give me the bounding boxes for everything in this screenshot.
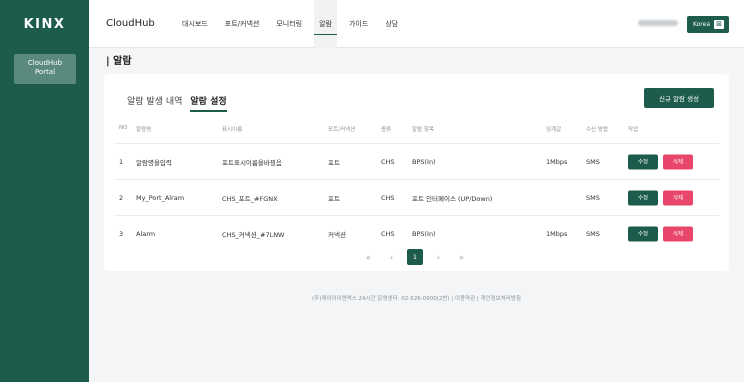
- prev-page-button[interactable]: ‹: [380, 248, 403, 266]
- row-no: 1: [119, 157, 124, 166]
- row-method: SMS: [586, 157, 600, 166]
- row-no: 3: [119, 229, 124, 238]
- row-port-connection: 포트: [328, 158, 340, 167]
- create-alarm-button[interactable]: 신규 알람 생성: [644, 88, 714, 108]
- nav-consult[interactable]: 상담: [385, 0, 398, 48]
- row-alarm-item: BPS(In): [412, 157, 436, 166]
- delete-button[interactable]: 삭제: [663, 190, 693, 205]
- first-page-button[interactable]: «: [357, 248, 380, 266]
- col-threshold: 임계값: [546, 127, 562, 133]
- edit-button[interactable]: 수정: [628, 154, 658, 169]
- alarm-settings-card: 알람 발생 내역 알람 설정 신규 알람 생성 NO 알람명 표시이름 포트/커…: [104, 74, 729, 271]
- brand-name[interactable]: CloudHub: [106, 0, 155, 48]
- row-display-name: CHS_커넥션_#7LNW: [222, 230, 285, 239]
- pagination: « ‹ 1 › »: [357, 248, 473, 266]
- portal-label-line2: Portal: [34, 68, 56, 76]
- row-alarm-name: My_Port_Alram: [136, 193, 185, 202]
- table-row: 3 Alarm CHS_커넥션_#7LNW 커넥션 CHS BPS(In) 1M…: [114, 215, 719, 251]
- delete-button[interactable]: 삭제: [663, 226, 693, 241]
- tab-alarm-settings[interactable]: 알람 설정: [190, 94, 227, 112]
- nav-guide[interactable]: 가이드: [349, 0, 368, 48]
- nav-dashboard[interactable]: 대시보드: [182, 0, 208, 48]
- tab-alarm-history[interactable]: 알람 발생 내역: [127, 94, 182, 112]
- row-alarm-item: 포트 인터페이스 (UP/Down): [412, 194, 493, 203]
- row-display-name: 포트표시이름을바꿨음: [222, 158, 282, 167]
- nav-alarm[interactable]: 알람: [314, 0, 337, 48]
- col-alarm-name: 알람명: [136, 127, 152, 133]
- page-title: | 알람: [106, 56, 132, 67]
- row-alarm-name: Alarm: [136, 229, 156, 238]
- row-type: CHS: [381, 193, 395, 202]
- top-navbar: CloudHub 대시보드 포트/커넥션 모니터링 알람 가이드 상담 Kore…: [89, 0, 744, 48]
- table-row: 1 알람명을입력 포트표시이름을바꿨음 포트 CHS BPS(In) 1Mbps…: [114, 143, 719, 179]
- row-type: CHS: [381, 229, 395, 238]
- row-display-name: CHS_포트_#FGNX: [222, 194, 278, 203]
- language-button[interactable]: Korea ⊠: [687, 16, 729, 33]
- row-method: SMS: [586, 229, 600, 238]
- row-alarm-name: 알람명을입력: [136, 158, 172, 167]
- nav-monitoring[interactable]: 모니터링: [276, 0, 302, 48]
- table-row: 2 My_Port_Alram CHS_포트_#FGNX 포트 CHS 포트 인…: [114, 179, 719, 215]
- footer-text: (주)케이아이엔엑스 24시간 운영센터: 02-526-0900(2번) | …: [312, 296, 521, 302]
- delete-button[interactable]: 삭제: [663, 154, 693, 169]
- kinx-logo[interactable]: KINX: [0, 0, 89, 48]
- row-port-connection: 커넥션: [328, 230, 346, 239]
- col-alarm-item: 알람 항목: [412, 127, 434, 133]
- edit-button[interactable]: 수정: [628, 226, 658, 241]
- language-label: Korea: [693, 21, 711, 28]
- row-port-connection: 포트: [328, 194, 340, 203]
- user-name-redacted[interactable]: [638, 20, 678, 26]
- main-nav: 대시보드 포트/커넥션 모니터링 알람 가이드 상담: [182, 0, 415, 48]
- row-alarm-item: BPS(In): [412, 229, 436, 238]
- table-header: NO 알람명 표시이름 포트/커넥션 종류 알람 항목 임계값 수신 방법 작업: [104, 125, 729, 135]
- next-page-button[interactable]: ›: [427, 248, 450, 266]
- globe-icon: ⊠: [714, 20, 725, 29]
- row-threshold: 1Mbps: [546, 157, 568, 166]
- alarm-tabs: 알람 발생 내역 알람 설정: [127, 94, 227, 112]
- col-type: 종류: [381, 127, 392, 133]
- col-method: 수신 방법: [586, 127, 608, 133]
- nav-port-connection[interactable]: 포트/커넥션: [225, 0, 260, 48]
- col-display-name: 표시이름: [222, 127, 243, 133]
- sidebar: KINX CloudHub Portal: [0, 0, 89, 382]
- col-port-connection: 포트/커넥션: [328, 127, 356, 133]
- cloudhub-portal-button[interactable]: CloudHub Portal: [14, 54, 76, 84]
- portal-label-line1: CloudHub: [27, 59, 63, 67]
- row-threshold: 1Mbps: [546, 229, 568, 238]
- col-no: NO: [119, 125, 128, 131]
- col-action: 작업: [628, 127, 639, 133]
- edit-button[interactable]: 수정: [628, 190, 658, 205]
- last-page-button[interactable]: »: [450, 248, 473, 266]
- row-type: CHS: [381, 157, 395, 166]
- row-method: SMS: [586, 193, 600, 202]
- row-no: 2: [119, 193, 124, 202]
- page-1-button[interactable]: 1: [407, 249, 423, 265]
